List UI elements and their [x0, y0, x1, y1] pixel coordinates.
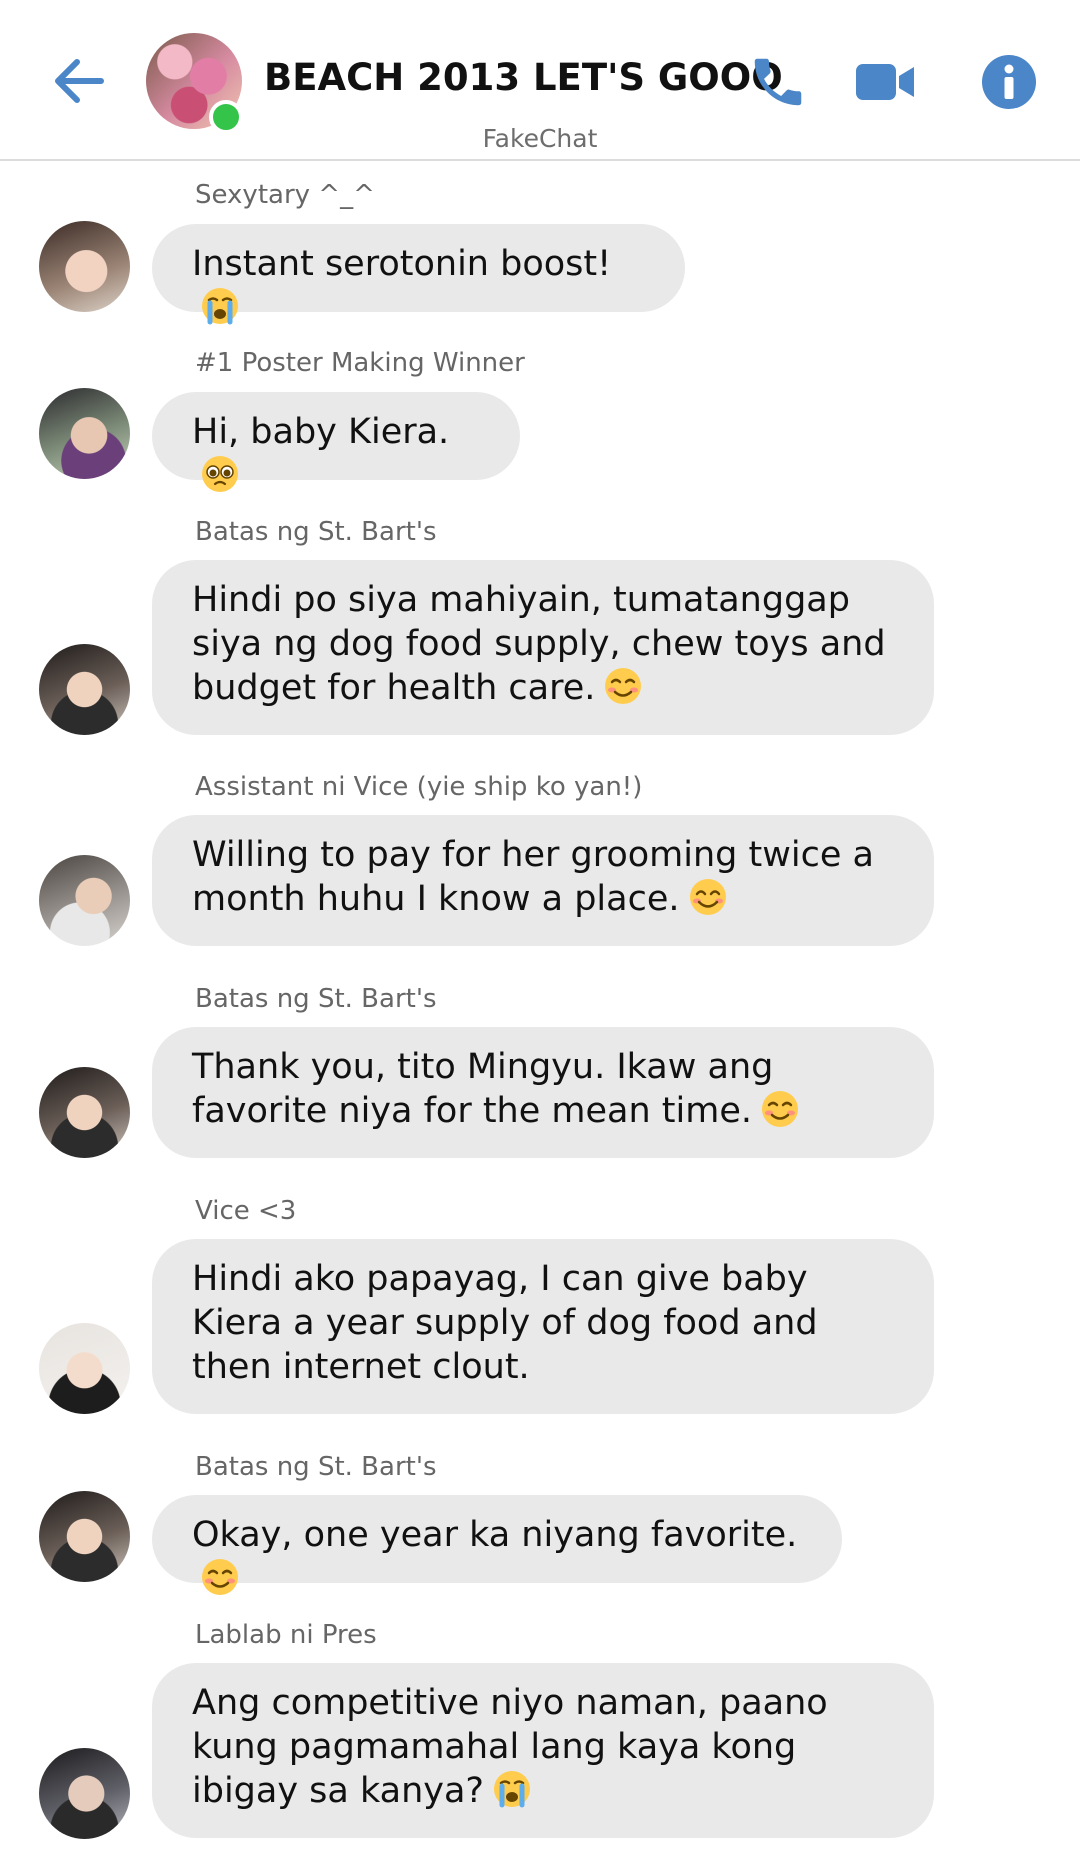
message-text: Instant serotonin boost!: [192, 244, 612, 284]
sender-name: #1 Poster Making Winner: [195, 348, 525, 378]
avatar[interactable]: [39, 1323, 130, 1414]
sender-name: Lablab ni Pres: [195, 1620, 377, 1650]
video-call-button[interactable]: [854, 50, 918, 114]
phone-icon: [754, 58, 802, 106]
message-text: Hindi po siya mahiyain, tumatanggap siya…: [192, 580, 886, 708]
avatar[interactable]: [39, 1491, 130, 1582]
info-icon: [982, 55, 1036, 109]
smiling-face-icon: [605, 668, 642, 704]
smiling-face-icon: [202, 1559, 238, 1595]
message-bubble[interactable]: Hindi ako papayag, I can give baby Kiera…: [152, 1239, 934, 1414]
message-bubble[interactable]: Okay, one year ka niyang favorite.: [152, 1495, 842, 1595]
smiling-face-with-smiling-eyes-icon: [689, 879, 726, 915]
voice-call-button[interactable]: [746, 50, 810, 114]
video-camera-icon: [856, 64, 914, 100]
sender-name: Assistant ni Vice (yie ship ko yan!): [195, 772, 643, 802]
sender-name: Vice <3: [195, 1196, 297, 1226]
sender-name: Batas ng St. Bart's: [195, 1452, 437, 1482]
message-text: Hindi ako papayag, I can give baby Kiera…: [192, 1259, 818, 1387]
avatar[interactable]: [39, 644, 130, 735]
loudly-crying-face-icon: [202, 288, 238, 325]
message-text: Hi, baby Kiera.: [192, 412, 450, 452]
message-text: Thank you, tito Mingyu. Ikaw ang favorit…: [192, 1047, 774, 1131]
chat-title: BEACH 2013 LET'S GOOO: [264, 56, 783, 99]
message-bubble[interactable]: Hindi po siya mahiyain, tumatanggap siya…: [152, 560, 934, 735]
message-text: Willing to pay for her grooming twice a …: [192, 835, 874, 919]
app-name: FakeChat: [482, 124, 598, 153]
avatar[interactable]: [39, 1067, 130, 1158]
message-bubble[interactable]: Hi, baby Kiera.: [152, 392, 520, 492]
sender-name: Batas ng St. Bart's: [195, 984, 437, 1014]
pleading-face-icon: [202, 456, 238, 492]
avatar[interactable]: [39, 388, 130, 479]
info-button[interactable]: [977, 50, 1041, 114]
back-button[interactable]: [44, 46, 114, 116]
message-bubble[interactable]: Instant serotonin boost!: [152, 224, 685, 325]
message-text: Okay, one year ka niyang favorite.: [192, 1515, 798, 1555]
message-bubble[interactable]: Thank you, tito Mingyu. Ikaw ang favorit…: [152, 1027, 934, 1158]
loudly-crying-face-icon: [494, 1771, 530, 1808]
sender-name: Batas ng St. Bart's: [195, 517, 437, 547]
chat-header: BEACH 2013 LET'S GOOO FakeChat: [0, 0, 1080, 161]
arrow-left-icon: [55, 59, 104, 103]
sender-name: Sexytary ^_^: [195, 180, 375, 210]
message-bubble[interactable]: Willing to pay for her grooming twice a …: [152, 815, 934, 946]
avatar[interactable]: [39, 221, 130, 312]
smiling-face-icon: [761, 1091, 798, 1127]
message-bubble[interactable]: Ang competitive niyo naman, paano kung p…: [152, 1663, 934, 1838]
avatar[interactable]: [39, 1748, 130, 1839]
avatar[interactable]: [39, 855, 130, 946]
